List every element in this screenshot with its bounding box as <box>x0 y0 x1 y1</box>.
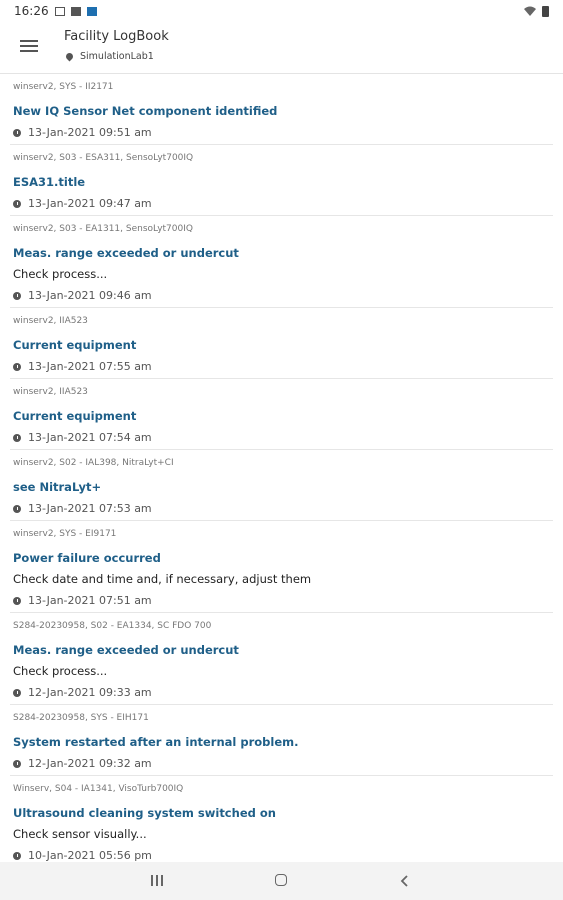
status-right <box>524 5 549 17</box>
status-left: 16:26 <box>14 4 97 18</box>
clock-icon <box>13 434 21 442</box>
clock-icon <box>13 363 21 371</box>
status-bar: 16:26 <box>0 0 563 22</box>
list-item[interactable]: winserv2, S03 - ESA311, SensoLyt700IQ ES… <box>10 145 553 216</box>
entry-source: winserv2, S03 - ESA311, SensoLyt700IQ <box>13 153 194 163</box>
clock-icon <box>13 292 21 300</box>
entry-source: winserv2, S03 - EA1311, SensoLyt700IQ <box>13 224 193 234</box>
entry-time: 13-Jan-2021 07:54 am <box>13 427 550 449</box>
wifi-icon <box>524 6 536 16</box>
entry-title: New IQ Sensor Net component identified <box>13 104 278 118</box>
entry-description: Check process... <box>13 664 108 678</box>
entry-time-label: 13-Jan-2021 09:46 am <box>28 289 152 302</box>
logbook-list: winserv2, SYS - II2171 New IQ Sensor Net… <box>0 74 563 867</box>
home-icon <box>275 874 287 886</box>
list-item[interactable]: Winserv, S04 - IA1341, VisoTurb700IQ Ult… <box>10 776 553 867</box>
app-bar: Facility LogBook SimulationLab1 <box>0 22 563 74</box>
clock-icon <box>13 129 21 137</box>
list-item[interactable]: winserv2, S03 - EA1311, SensoLyt700IQ Me… <box>10 216 553 308</box>
recent-apps-button[interactable] <box>147 871 167 891</box>
entry-source: winserv2, S02 - IAL398, NitraLyt+CI <box>13 458 174 468</box>
entry-time-label: 13-Jan-2021 09:51 am <box>28 126 152 139</box>
entry-time: 12-Jan-2021 09:33 am <box>13 682 550 704</box>
location-selector[interactable]: SimulationLab1 <box>64 51 154 62</box>
entry-title: Meas. range exceeded or undercut <box>13 643 239 657</box>
entry-time-label: 13-Jan-2021 07:53 am <box>28 502 152 515</box>
entry-title: Power failure occurred <box>13 551 161 565</box>
mail-notification-icon <box>70 6 81 16</box>
image-notification-icon <box>54 6 65 16</box>
system-nav-bar <box>0 862 563 900</box>
entry-title: Meas. range exceeded or undercut <box>13 246 239 260</box>
entry-title: Current equipment <box>13 409 137 423</box>
entry-time: 13-Jan-2021 09:47 am <box>13 193 550 215</box>
app-title: Facility LogBook <box>64 29 169 44</box>
entry-title: ESA31.title <box>13 175 86 189</box>
entry-time: 13-Jan-2021 09:51 am <box>13 122 550 144</box>
entry-time-label: 13-Jan-2021 07:51 am <box>28 594 152 607</box>
clock-icon <box>13 852 21 860</box>
entry-time: 12-Jan-2021 09:32 am <box>13 753 550 775</box>
status-time: 16:26 <box>14 4 49 18</box>
location-label: SimulationLab1 <box>80 51 154 62</box>
clock-icon <box>13 597 21 605</box>
list-item[interactable]: winserv2, S02 - IAL398, NitraLyt+CI see … <box>10 450 553 521</box>
home-button[interactable] <box>271 871 291 891</box>
entry-source: S284-20230958, SYS - EIH171 <box>13 713 149 723</box>
back-button[interactable] <box>395 871 415 891</box>
list-item[interactable]: winserv2, SYS - EI9171 Power failure occ… <box>10 521 553 613</box>
entry-title: Ultrasound cleaning system switched on <box>13 806 276 820</box>
clock-icon <box>13 760 21 768</box>
entry-source: Winserv, S04 - IA1341, VisoTurb700IQ <box>13 784 184 794</box>
entry-title: System restarted after an internal probl… <box>13 735 299 749</box>
entry-source: winserv2, IIA523 <box>13 316 88 326</box>
entry-title: see NitraLyt+ <box>13 480 102 494</box>
entry-time-label: 13-Jan-2021 07:55 am <box>28 360 152 373</box>
clock-icon <box>13 689 21 697</box>
entry-source: winserv2, SYS - II2171 <box>13 82 114 92</box>
list-item[interactable]: winserv2, SYS - II2171 New IQ Sensor Net… <box>10 74 553 145</box>
recent-apps-icon <box>147 871 167 886</box>
entry-source: winserv2, SYS - EI9171 <box>13 529 117 539</box>
entry-description: Check sensor visually... <box>13 827 147 841</box>
list-item[interactable]: winserv2, IIA523 Current equipment 13-Ja… <box>10 308 553 379</box>
clock-icon <box>13 200 21 208</box>
entry-time: 13-Jan-2021 07:55 am <box>13 356 550 378</box>
entry-time: 13-Jan-2021 07:53 am <box>13 498 550 520</box>
entry-time: 13-Jan-2021 09:46 am <box>13 285 550 307</box>
entry-time-label: 13-Jan-2021 09:47 am <box>28 197 152 210</box>
entry-time: 13-Jan-2021 07:51 am <box>13 590 550 612</box>
battery-icon <box>542 5 549 17</box>
entry-description: Check date and time and, if necessary, a… <box>13 572 312 586</box>
list-item[interactable]: S284-20230958, SYS - EIH171 System resta… <box>10 705 553 776</box>
entry-time-label: 12-Jan-2021 09:32 am <box>28 757 152 770</box>
clock-icon <box>13 505 21 513</box>
list-item[interactable]: winserv2, IIA523 Current equipment 13-Ja… <box>10 379 553 450</box>
menu-icon[interactable] <box>18 36 40 58</box>
entry-title: Current equipment <box>13 338 137 352</box>
entry-source: S284-20230958, S02 - EA1334, SC FDO 700 <box>13 621 212 631</box>
location-pin-icon <box>64 51 75 62</box>
entry-time-label: 13-Jan-2021 07:54 am <box>28 431 152 444</box>
back-chevron-icon <box>400 875 408 887</box>
entry-description: Check process... <box>13 267 108 281</box>
entry-time-label: 12-Jan-2021 09:33 am <box>28 686 152 699</box>
app-notification-icon <box>86 6 97 16</box>
entry-source: winserv2, IIA523 <box>13 387 88 397</box>
list-item[interactable]: S284-20230958, S02 - EA1334, SC FDO 700 … <box>10 613 553 705</box>
